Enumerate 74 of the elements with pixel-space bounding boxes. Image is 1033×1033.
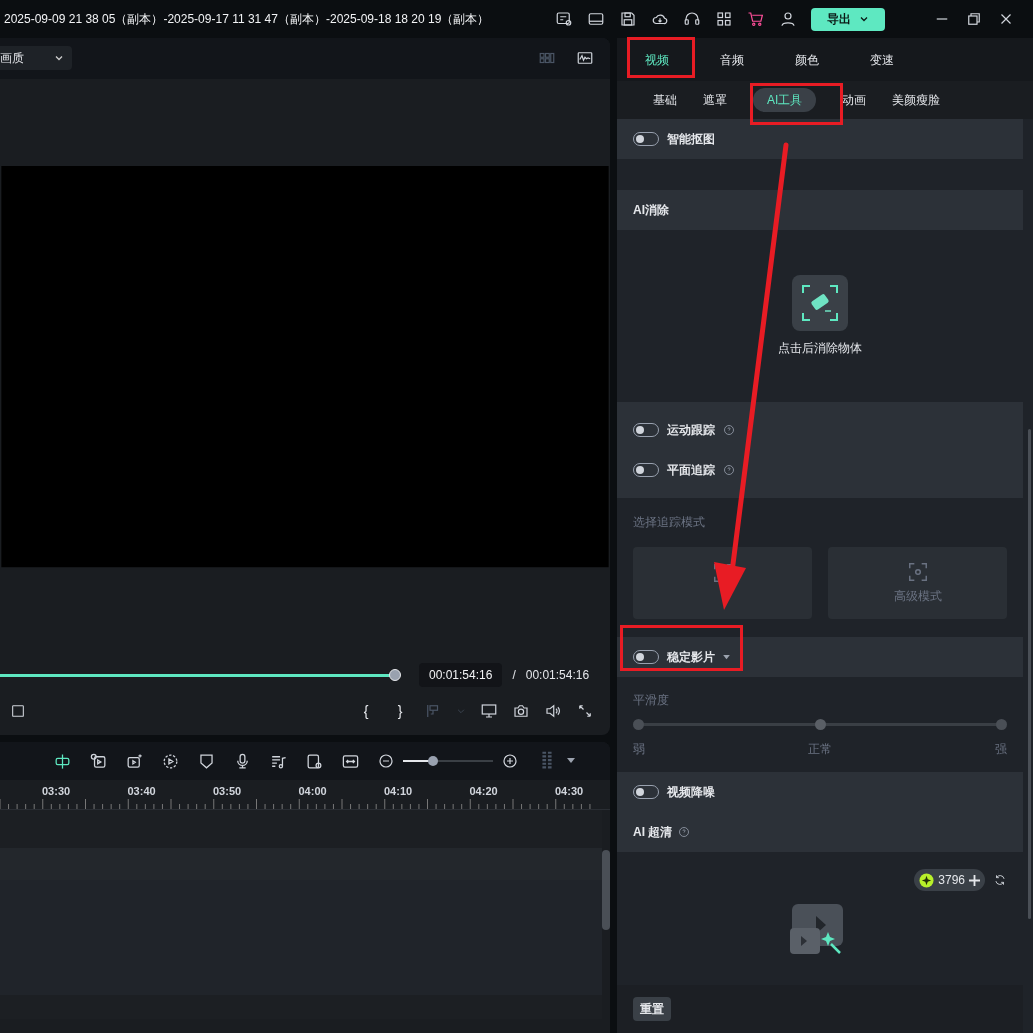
- subtab[interactable]: 美颜瘦脸: [892, 88, 941, 112]
- restore-icon[interactable]: [965, 10, 983, 28]
- toggle-label: 稳定影片: [667, 649, 715, 666]
- section-title: AI 超清: [633, 824, 673, 841]
- ruler-label: 04:20: [469, 784, 498, 799]
- section-title: AI消除: [633, 202, 669, 219]
- ruler-label: 04:00: [298, 784, 327, 799]
- ruler-label: 03:30: [42, 784, 71, 799]
- chevron-down-icon: [859, 14, 869, 24]
- window-title: 2025-09-09 21 38 05（副本）-2025-09-17 11 31 47（副本）-2025-09-18 18 20 19（副本）: [4, 11, 490, 28]
- save-icon[interactable]: [619, 10, 637, 28]
- target-icon: [906, 561, 929, 583]
- star-coin-icon: [919, 872, 935, 888]
- cart-icon[interactable]: [747, 10, 765, 28]
- subtab[interactable]: AI工具: [753, 88, 817, 112]
- ruler-label: 03:50: [213, 784, 242, 799]
- slider-thumb[interactable]: [427, 756, 438, 766]
- tab[interactable]: 视频: [642, 38, 672, 81]
- zoom-out-icon[interactable]: [377, 752, 395, 770]
- eraser-button[interactable]: [792, 275, 848, 331]
- progress-slider[interactable]: [0, 669, 401, 682]
- layout-icon[interactable]: [587, 10, 605, 28]
- subtab[interactable]: 动画: [842, 88, 867, 112]
- ruler-label: 04:10: [384, 784, 413, 799]
- toggle-label: 平面追踪: [667, 462, 715, 479]
- ruler-label: 03:40: [127, 784, 156, 799]
- help-icon: [723, 464, 735, 476]
- slider-min-label: 弱: [633, 741, 645, 758]
- subtab[interactable]: 遮罩: [703, 88, 727, 112]
- highlight-frame: [627, 37, 695, 78]
- mode-option[interactable]: [633, 547, 812, 619]
- eraser-icon: [800, 283, 840, 323]
- grid-icon[interactable]: [715, 10, 733, 28]
- credits-badge[interactable]: 3796: [914, 869, 985, 891]
- clip-icon[interactable]: [89, 751, 108, 771]
- subtab[interactable]: 基础: [653, 88, 677, 112]
- current-time[interactable]: 00:01:54:16: [419, 663, 503, 688]
- slider-label: 平滑度: [633, 692, 670, 709]
- caret-icon[interactable]: [567, 758, 575, 764]
- task-list-icon[interactable]: [555, 10, 573, 28]
- mark-out-button[interactable]: }: [390, 700, 410, 722]
- tab[interactable]: 音频: [717, 38, 747, 81]
- smoothness-slider[interactable]: [633, 719, 1007, 730]
- track-lane[interactable]: [0, 848, 602, 880]
- caret-icon[interactable]: [723, 654, 730, 660]
- slider-max-label: 强: [995, 741, 1007, 758]
- refresh-icon[interactable]: [993, 873, 1007, 887]
- video-effect-icon[interactable]: [125, 751, 144, 771]
- export-button[interactable]: 导出: [811, 7, 885, 31]
- quality-dropdown[interactable]: 画质: [0, 46, 72, 71]
- toggle-label: 运动跟踪: [667, 422, 715, 439]
- section-label: 选择追踪模式: [633, 514, 706, 531]
- track-lane[interactable]: [0, 880, 602, 995]
- tab[interactable]: 变速: [867, 38, 897, 81]
- user-icon[interactable]: [779, 10, 797, 28]
- slider-mid-label: 正常: [808, 741, 832, 758]
- help-icon: [723, 424, 735, 436]
- stop-icon[interactable]: [10, 703, 26, 720]
- help-icon: [678, 826, 691, 838]
- time-separator: /: [512, 667, 516, 685]
- tab[interactable]: 颜色: [792, 38, 822, 81]
- toggle-label: 视频降噪: [667, 784, 715, 801]
- zoom-in-icon[interactable]: [501, 752, 519, 770]
- plus-icon[interactable]: [969, 874, 980, 886]
- reset-button[interactable]: 重置: [633, 997, 671, 1021]
- mark-in-button[interactable]: {: [356, 700, 376, 722]
- slider-thumb[interactable]: [814, 719, 826, 730]
- toggle-label: 智能抠图: [667, 131, 715, 148]
- ruler-label: 04:30: [555, 784, 584, 799]
- remove-object-label: 点击后消除物体: [778, 340, 862, 357]
- split-icon[interactable]: [53, 751, 72, 771]
- total-time: 00:01:54:16: [525, 667, 590, 685]
- monitor-icon[interactable]: [480, 702, 498, 721]
- headset-icon[interactable]: [683, 10, 701, 28]
